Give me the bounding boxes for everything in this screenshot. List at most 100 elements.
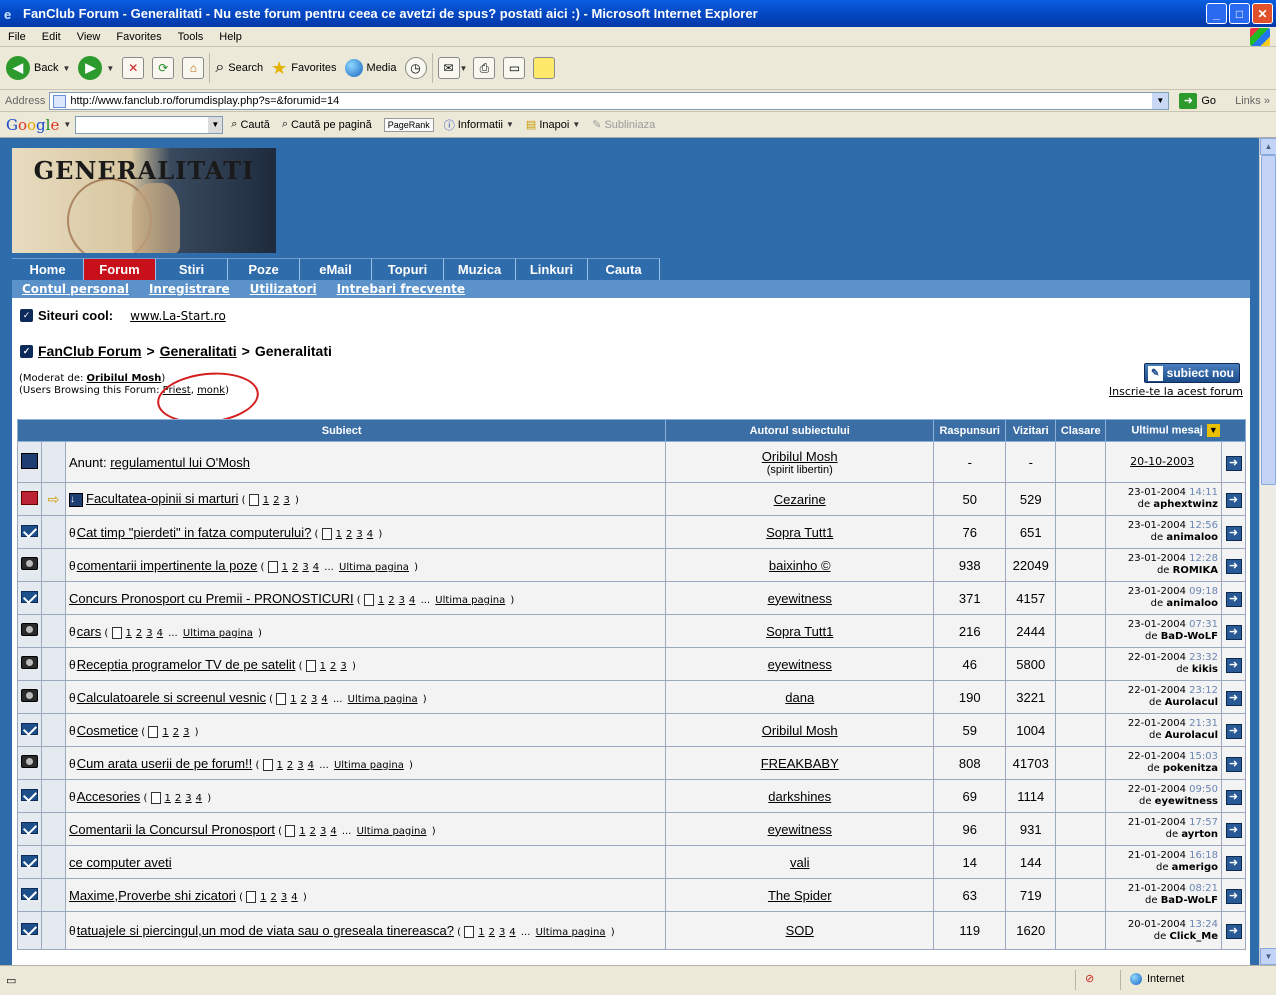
page-link[interactable]: 2 bbox=[292, 562, 298, 573]
tab-forum[interactable]: Forum bbox=[84, 258, 156, 280]
page-link[interactable]: 1 bbox=[165, 793, 171, 804]
page-link[interactable]: 3 bbox=[311, 694, 317, 705]
author-link[interactable]: FREAKBABY bbox=[761, 756, 839, 771]
go-to-last-post-icon[interactable]: ➜ bbox=[1225, 657, 1242, 673]
chevron-down-icon[interactable]: ▼ bbox=[1152, 92, 1169, 109]
go-to-last-post-icon[interactable]: ➜ bbox=[1225, 525, 1242, 541]
mail-icon[interactable]: ✉ bbox=[437, 57, 460, 79]
page-link[interactable]: 3 bbox=[281, 892, 287, 903]
thread-title-link[interactable]: Receptia programelor TV de pe satelit bbox=[77, 657, 296, 672]
page-link[interactable]: 4 bbox=[308, 760, 314, 771]
page-link[interactable]: 4 bbox=[367, 529, 373, 540]
thread-title-link[interactable]: Cat timp "pierdeti" in fatza computerulu… bbox=[77, 525, 312, 540]
info-button[interactable]: ⓘ Informatii ▼ bbox=[444, 117, 514, 133]
subscribe-link[interactable]: Inscrie-te la acest forum bbox=[1109, 385, 1243, 398]
page-link[interactable]: 2 bbox=[287, 760, 293, 771]
header-last-post[interactable]: Ultimul mesaj ▼ bbox=[1105, 419, 1246, 442]
page-link[interactable]: 3 bbox=[320, 826, 326, 837]
close-button[interactable]: ✕ bbox=[1252, 3, 1273, 24]
page-link[interactable]: 1 bbox=[277, 760, 283, 771]
last-poster[interactable]: animaloo bbox=[1166, 598, 1218, 609]
last-poster[interactable]: eyewitness bbox=[1155, 796, 1218, 807]
announcement-date[interactable]: 20-10-2003 bbox=[1130, 455, 1194, 468]
last-page-link[interactable]: Ultima pagina bbox=[334, 760, 404, 771]
favorites-button[interactable]: ★ Favorites bbox=[271, 58, 336, 79]
minimize-button[interactable]: _ bbox=[1206, 3, 1227, 24]
scroll-up-arrow[interactable]: ▲ bbox=[1260, 138, 1276, 155]
page-link[interactable]: 1 bbox=[162, 727, 168, 738]
author-link[interactable]: eyewitness bbox=[768, 657, 832, 672]
last-poster[interactable]: Click_Me bbox=[1169, 931, 1218, 942]
link-utilizatori[interactable]: Utilizatori bbox=[250, 282, 317, 296]
print-icon[interactable]: ⎙ bbox=[473, 57, 496, 79]
page-link[interactable]: 4 bbox=[321, 694, 327, 705]
author-link[interactable]: The Spider bbox=[768, 888, 832, 903]
page-link[interactable]: 2 bbox=[273, 495, 279, 506]
address-input[interactable]: http://www.fanclub.ro/forumdisplay.php?s… bbox=[49, 91, 1170, 110]
tab-home[interactable]: Home bbox=[12, 258, 84, 280]
go-to-last-post-icon[interactable]: ➜ bbox=[1225, 789, 1242, 805]
page-link[interactable]: 2 bbox=[330, 661, 336, 672]
page-link[interactable]: 2 bbox=[136, 628, 142, 639]
page-link[interactable]: 3 bbox=[283, 495, 289, 506]
last-poster[interactable]: amerigo bbox=[1172, 862, 1218, 873]
last-poster[interactable]: Aurolacul bbox=[1165, 730, 1218, 741]
thread-title-link[interactable]: Facultatea-opinii si marturi bbox=[86, 491, 238, 506]
last-poster[interactable]: ROMIKA bbox=[1173, 565, 1218, 576]
history-icon[interactable]: ◷ bbox=[404, 57, 427, 79]
thread-title-link[interactable]: Concurs Pronosport cu Premii - PRONOSTIC… bbox=[69, 591, 354, 606]
page-link[interactable]: 1 bbox=[378, 595, 384, 606]
links-button[interactable]: Links » bbox=[1235, 95, 1270, 107]
go-to-last-post-icon[interactable]: ➜ bbox=[1225, 455, 1242, 471]
tab-topuri[interactable]: Topuri bbox=[372, 258, 444, 280]
link-intrebari-frecvente[interactable]: Intrebari frecvente bbox=[337, 282, 465, 296]
page-link[interactable]: 2 bbox=[173, 727, 179, 738]
google-search-page-button[interactable]: ⌕ Caută pe pagină bbox=[282, 118, 372, 131]
last-poster[interactable]: BaD-WoLF bbox=[1161, 895, 1218, 906]
thread-title-link[interactable]: comentarii impertinente la poze bbox=[77, 558, 258, 573]
go-button[interactable]: ➜ Go bbox=[1179, 92, 1216, 109]
menu-view[interactable]: View bbox=[69, 31, 109, 43]
page-link[interactable]: 3 bbox=[185, 793, 191, 804]
page-link[interactable]: 1 bbox=[320, 661, 326, 672]
link-contul-personal[interactable]: Contul personal bbox=[22, 282, 129, 296]
new-thread-button[interactable]: ✎ subiect nou bbox=[1143, 363, 1240, 383]
chevron-down-icon[interactable]: ▼ bbox=[460, 64, 468, 73]
chevron-down-icon[interactable]: ▼ bbox=[63, 120, 71, 129]
menu-help[interactable]: Help bbox=[211, 31, 250, 43]
back-folder-button[interactable]: ▤ Inapoi ▼ bbox=[526, 118, 580, 132]
refresh-icon[interactable]: ⟳ bbox=[152, 57, 175, 79]
author-link[interactable]: Oribilul Mosh bbox=[762, 723, 838, 738]
page-link[interactable]: 4 bbox=[409, 595, 415, 606]
page-link[interactable]: 1 bbox=[260, 892, 266, 903]
last-page-link[interactable]: Ultima pagina bbox=[435, 595, 505, 606]
last-poster[interactable]: pokenitza bbox=[1163, 763, 1218, 774]
author-link[interactable]: eyewitness bbox=[768, 822, 832, 837]
stop-icon[interactable]: ✕ bbox=[122, 57, 145, 79]
author-link[interactable]: dana bbox=[785, 690, 814, 705]
page-link[interactable]: 4 bbox=[291, 892, 297, 903]
page-link[interactable]: 1 bbox=[126, 628, 132, 639]
page-link[interactable]: 3 bbox=[399, 595, 405, 606]
thread-title-link[interactable]: Maxime,Proverbe shi zicatori bbox=[69, 888, 236, 903]
page-link[interactable]: 3 bbox=[146, 628, 152, 639]
page-link[interactable]: 3 bbox=[297, 760, 303, 771]
page-link[interactable]: 2 bbox=[271, 892, 277, 903]
highlight-button[interactable]: ✎ Subliniaza bbox=[592, 118, 655, 132]
page-link[interactable]: 4 bbox=[196, 793, 202, 804]
go-to-last-post-icon[interactable]: ➜ bbox=[1225, 690, 1242, 706]
go-to-last-post-icon[interactable]: ➜ bbox=[1225, 888, 1242, 904]
chevron-down-icon[interactable]: ▼ bbox=[62, 64, 70, 73]
last-page-link[interactable]: Ultima pagina bbox=[183, 628, 253, 639]
last-page-link[interactable]: Ultima pagina bbox=[357, 826, 427, 837]
last-poster[interactable]: ayrton bbox=[1181, 829, 1218, 840]
scroll-down-arrow[interactable]: ▼ bbox=[1260, 948, 1276, 965]
sort-icon[interactable]: ▼ bbox=[1206, 424, 1220, 437]
media-button[interactable]: Media bbox=[344, 59, 397, 77]
menu-file[interactable]: File bbox=[0, 31, 34, 43]
tab-email[interactable]: eMail bbox=[300, 258, 372, 280]
thread-title-link[interactable]: tatuajele si piercingul,un mod de viata … bbox=[77, 923, 454, 938]
tab-stiri[interactable]: Stiri bbox=[156, 258, 228, 280]
page-link[interactable]: 2 bbox=[388, 595, 394, 606]
vertical-scrollbar[interactable]: ▲ ▼ bbox=[1259, 138, 1276, 965]
